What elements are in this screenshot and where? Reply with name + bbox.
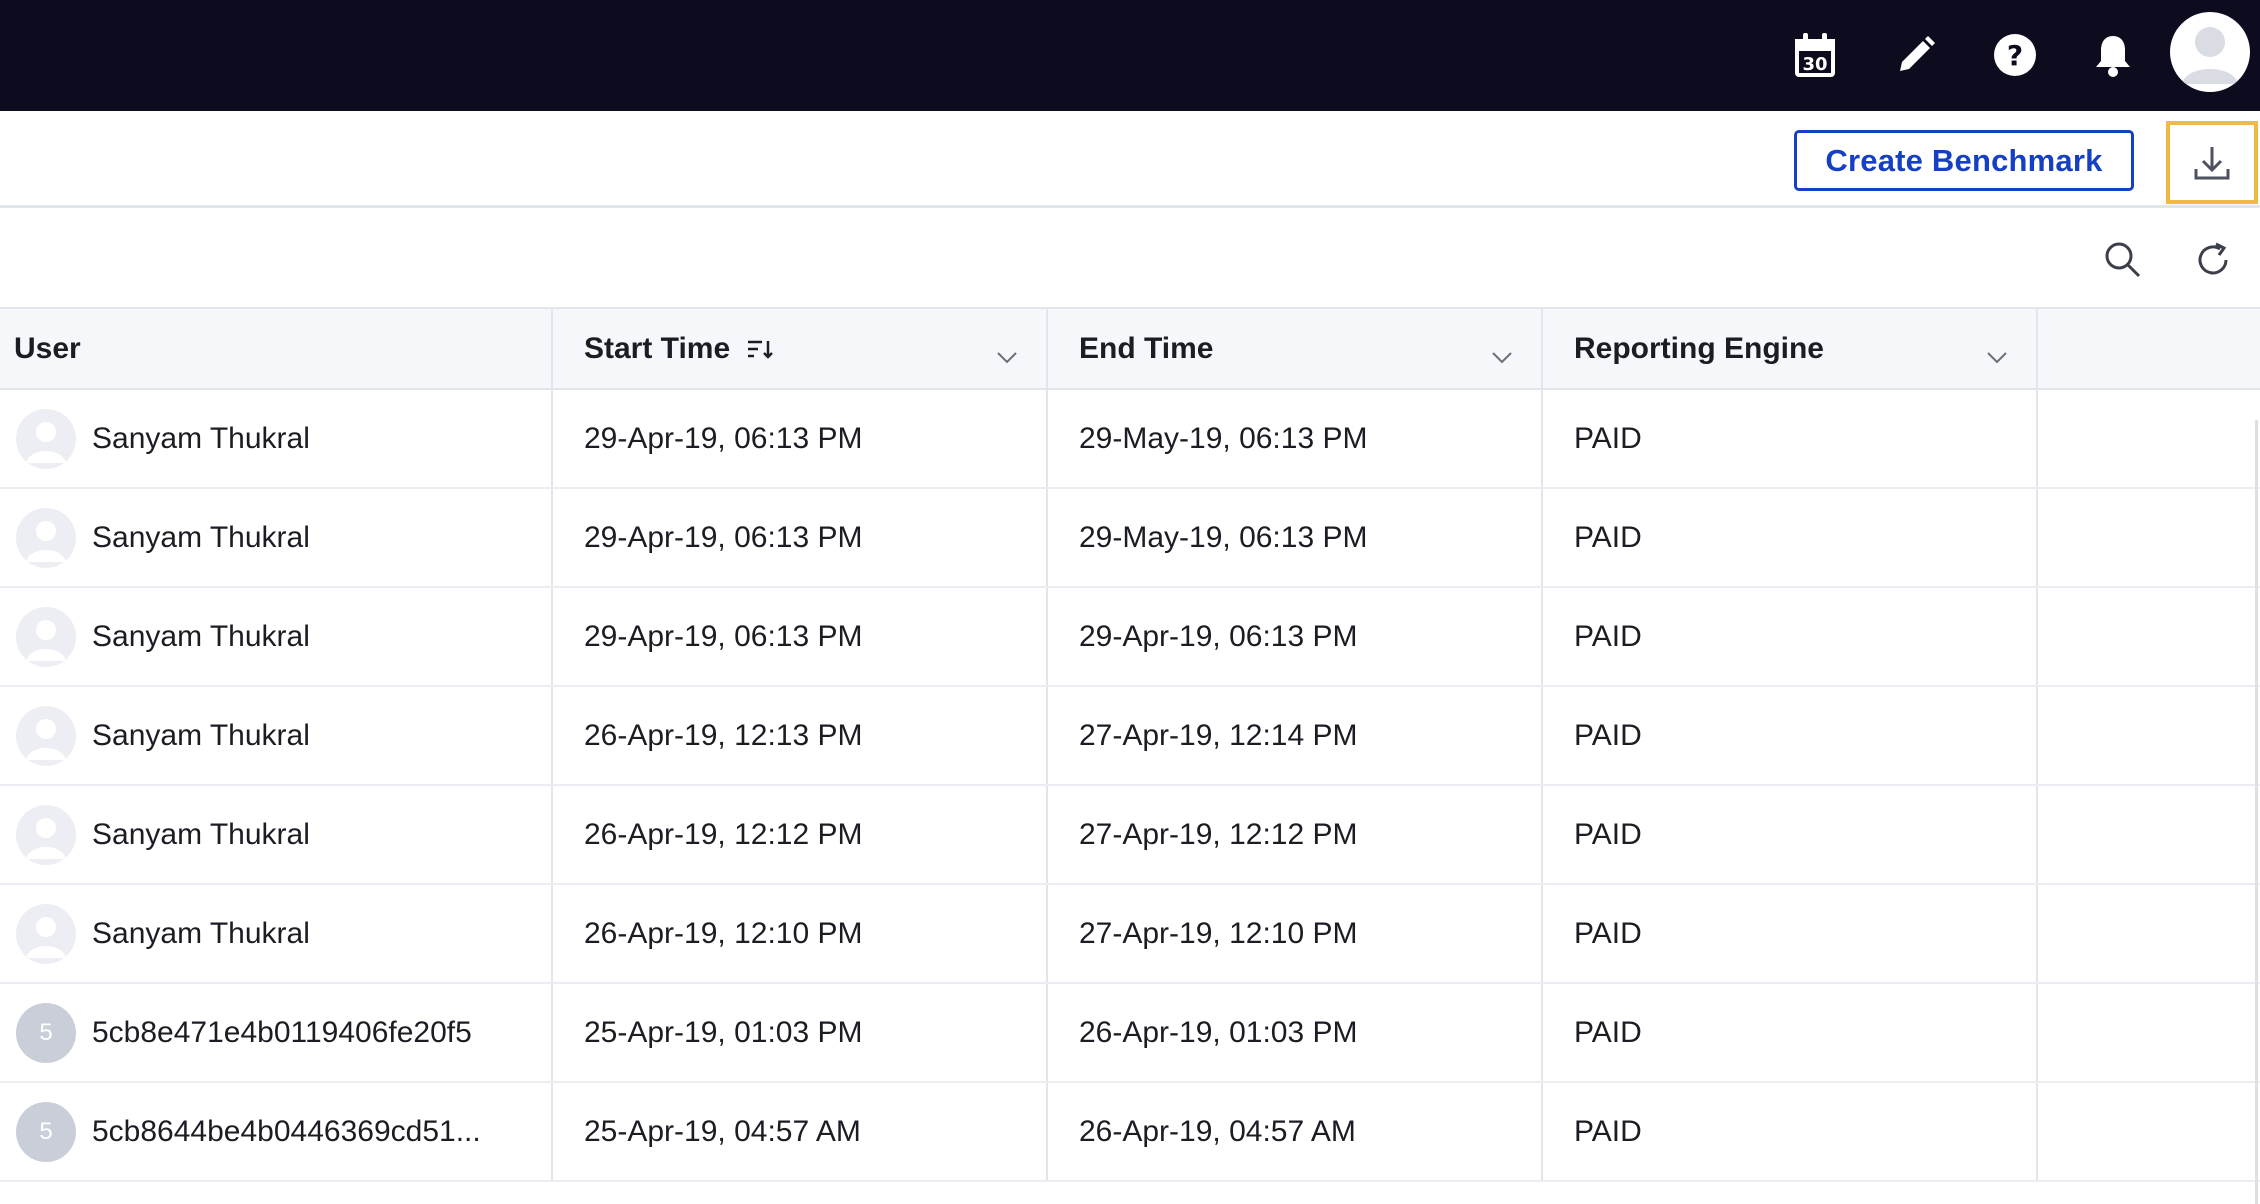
user-name[interactable]: Sanyam Thukral xyxy=(92,521,310,555)
avatar: 5 xyxy=(16,1002,76,1063)
extra-cell xyxy=(2038,984,2260,1081)
table-row[interactable]: Sanyam Thukral 29-Apr-19, 06:13 PM 29-Ma… xyxy=(0,489,2260,588)
create-benchmark-button[interactable]: Create Benchmark xyxy=(1794,130,2134,191)
avatar-placeholder-icon xyxy=(16,606,76,667)
action-bar: Create Benchmark xyxy=(0,111,2260,208)
end-time-cell: 27-Apr-19, 12:12 PM xyxy=(1048,786,1543,883)
notification-bell-icon[interactable] xyxy=(2080,22,2146,88)
download-button[interactable] xyxy=(2166,121,2258,204)
column-header-start-time[interactable]: Start Time xyxy=(553,309,1048,388)
table-body: Sanyam Thukral 29-Apr-19, 06:13 PM 29-Ma… xyxy=(0,390,2260,1182)
extra-cell xyxy=(2038,588,2260,685)
reporting-engine-cell: PAID xyxy=(1543,984,2038,1081)
svg-text:?: ? xyxy=(2007,39,2023,72)
avatar-placeholder-icon xyxy=(16,903,76,964)
user-cell: Sanyam Thukral xyxy=(0,588,553,685)
reporting-engine-cell: PAID xyxy=(1543,390,2038,487)
table-row[interactable]: Sanyam Thukral 26-Apr-19, 12:13 PM 27-Ap… xyxy=(0,687,2260,786)
avatar-placeholder-icon xyxy=(16,804,76,865)
end-time-cell: 27-Apr-19, 12:14 PM xyxy=(1048,687,1543,784)
search-icon[interactable] xyxy=(2098,235,2148,285)
refresh-icon[interactable] xyxy=(2188,235,2238,285)
start-time-cell: 26-Apr-19, 12:10 PM xyxy=(553,885,1048,982)
reporting-engine-cell: PAID xyxy=(1543,1083,2038,1180)
avatar-placeholder-icon xyxy=(16,408,76,469)
svg-text:30: 30 xyxy=(1802,54,1827,75)
user-name[interactable]: Sanyam Thukral xyxy=(92,719,310,753)
user-name[interactable]: 5cb8644be4b0446369cd51... xyxy=(92,1115,481,1149)
table-toolbar xyxy=(0,211,2260,309)
chevron-down-icon[interactable] xyxy=(1986,339,2008,373)
start-time-cell: 29-Apr-19, 06:13 PM xyxy=(553,489,1048,586)
end-time-cell: 29-May-19, 06:13 PM xyxy=(1048,390,1543,487)
extra-cell xyxy=(2038,390,2260,487)
reporting-engine-cell: PAID xyxy=(1543,588,2038,685)
vertical-scrollbar[interactable] xyxy=(2255,420,2258,1204)
table-row[interactable]: Sanyam Thukral 29-Apr-19, 06:13 PM 29-Ap… xyxy=(0,588,2260,687)
table-header: User Start Time End Time Reporting Engin… xyxy=(0,309,2260,390)
end-time-cell: 26-Apr-19, 01:03 PM xyxy=(1048,984,1543,1081)
user-cell: Sanyam Thukral xyxy=(0,687,553,784)
sort-icon[interactable] xyxy=(746,338,774,360)
reporting-engine-cell: PAID xyxy=(1543,489,2038,586)
column-header-extra xyxy=(2038,309,2260,388)
extra-cell xyxy=(2038,885,2260,982)
user-name[interactable]: Sanyam Thukral xyxy=(92,620,310,654)
chevron-down-icon[interactable] xyxy=(1491,339,1513,373)
start-time-cell: 29-Apr-19, 06:13 PM xyxy=(553,588,1048,685)
avatar-placeholder-icon xyxy=(16,507,76,568)
table-row[interactable]: 5 5cb8644be4b0446369cd51... 25-Apr-19, 0… xyxy=(0,1083,2260,1182)
end-time-cell: 29-Apr-19, 06:13 PM xyxy=(1048,588,1543,685)
user-name[interactable]: Sanyam Thukral xyxy=(92,917,310,951)
table-row[interactable]: Sanyam Thukral 26-Apr-19, 12:12 PM 27-Ap… xyxy=(0,786,2260,885)
user-name[interactable]: 5cb8e471e4b0119406fe20f5 xyxy=(92,1016,472,1050)
end-time-cell: 27-Apr-19, 12:10 PM xyxy=(1048,885,1543,982)
start-time-cell: 26-Apr-19, 12:12 PM xyxy=(553,786,1048,883)
start-time-cell: 26-Apr-19, 12:13 PM xyxy=(553,687,1048,784)
extra-cell xyxy=(2038,1083,2260,1180)
table-row[interactable]: Sanyam Thukral 29-Apr-19, 06:13 PM 29-Ma… xyxy=(0,390,2260,489)
help-icon[interactable]: ? xyxy=(1982,22,2048,88)
user-name[interactable]: Sanyam Thukral xyxy=(92,422,310,456)
start-time-cell: 29-Apr-19, 06:13 PM xyxy=(553,390,1048,487)
edit-pencil-icon[interactable] xyxy=(1883,22,1949,88)
user-cell: 5 5cb8e471e4b0119406fe20f5 xyxy=(0,984,553,1081)
reporting-engine-cell: PAID xyxy=(1543,885,2038,982)
column-header-end-time[interactable]: End Time xyxy=(1048,309,1543,388)
extra-cell xyxy=(2038,786,2260,883)
start-time-cell: 25-Apr-19, 01:03 PM xyxy=(553,984,1048,1081)
user-name[interactable]: Sanyam Thukral xyxy=(92,818,310,852)
chevron-down-icon[interactable] xyxy=(996,339,1018,373)
end-time-cell: 26-Apr-19, 04:57 AM xyxy=(1048,1083,1543,1180)
benchmarks-table: User Start Time End Time Reporting Engin… xyxy=(0,309,2260,1182)
user-avatar[interactable] xyxy=(2170,12,2250,92)
column-header-reporting-engine[interactable]: Reporting Engine xyxy=(1543,309,2038,388)
reporting-engine-cell: PAID xyxy=(1543,687,2038,784)
extra-cell xyxy=(2038,489,2260,586)
download-icon xyxy=(2194,146,2230,179)
avatar-placeholder-icon xyxy=(16,705,76,766)
column-header-user[interactable]: User xyxy=(0,309,553,388)
table-row[interactable]: 5 5cb8e471e4b0119406fe20f5 25-Apr-19, 01… xyxy=(0,984,2260,1083)
end-time-cell: 29-May-19, 06:13 PM xyxy=(1048,489,1543,586)
top-navigation-bar: 30 ? xyxy=(0,0,2260,111)
start-time-cell: 25-Apr-19, 04:57 AM xyxy=(553,1083,1048,1180)
calendar-icon[interactable]: 30 xyxy=(1782,22,1848,88)
user-cell: 5 5cb8644be4b0446369cd51... xyxy=(0,1083,553,1180)
user-cell: Sanyam Thukral xyxy=(0,885,553,982)
reporting-engine-cell: PAID xyxy=(1543,786,2038,883)
user-cell: Sanyam Thukral xyxy=(0,489,553,586)
table-row[interactable]: Sanyam Thukral 26-Apr-19, 12:10 PM 27-Ap… xyxy=(0,885,2260,984)
user-cell: Sanyam Thukral xyxy=(0,786,553,883)
user-cell: Sanyam Thukral xyxy=(0,390,553,487)
avatar: 5 xyxy=(16,1101,76,1162)
extra-cell xyxy=(2038,687,2260,784)
